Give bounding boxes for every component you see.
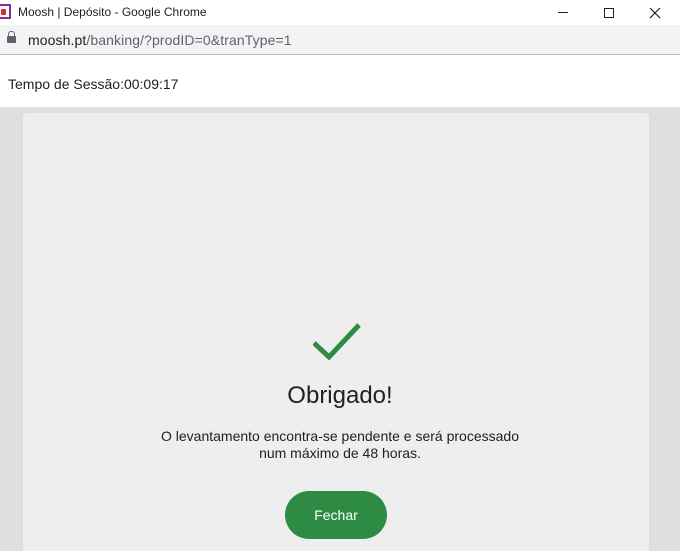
session-header: Tempo de Sessão:00:09:17 [0, 55, 680, 107]
check-icon [313, 323, 361, 361]
url-domain: moosh.pt [28, 32, 87, 48]
url-path: /banking/?prodID=0&tranType=1 [86, 32, 292, 48]
url-text[interactable]: moosh.pt/banking/?prodID=0&tranType=1 [28, 32, 292, 48]
message-line-1: O levantamento encontra-se pendente e se… [160, 428, 519, 444]
address-bar[interactable]: moosh.pt/banking/?prodID=0&tranType=1 [0, 25, 680, 55]
thank-you-heading: Obrigado! [287, 382, 393, 409]
close-window-button[interactable] [632, 0, 678, 25]
minimize-button[interactable] [540, 0, 586, 25]
minimize-icon [558, 12, 568, 13]
moosh-favicon-icon [0, 4, 11, 19]
confirmation-message: O levantamento encontra-se pendente e se… [0, 428, 680, 462]
lock-icon[interactable] [7, 31, 16, 43]
session-timer: Tempo de Sessão:00:09:17 [8, 76, 179, 92]
maximize-button[interactable] [586, 0, 632, 25]
window-title: Moosh | Depósito - Google Chrome [18, 5, 207, 19]
close-button[interactable]: Fechar [285, 491, 387, 539]
maximize-icon [604, 7, 614, 18]
window-titlebar: Moosh | Depósito - Google Chrome [0, 0, 680, 25]
close-icon [649, 7, 661, 18]
message-line-2: num máximo de 48 horas. [259, 445, 421, 461]
